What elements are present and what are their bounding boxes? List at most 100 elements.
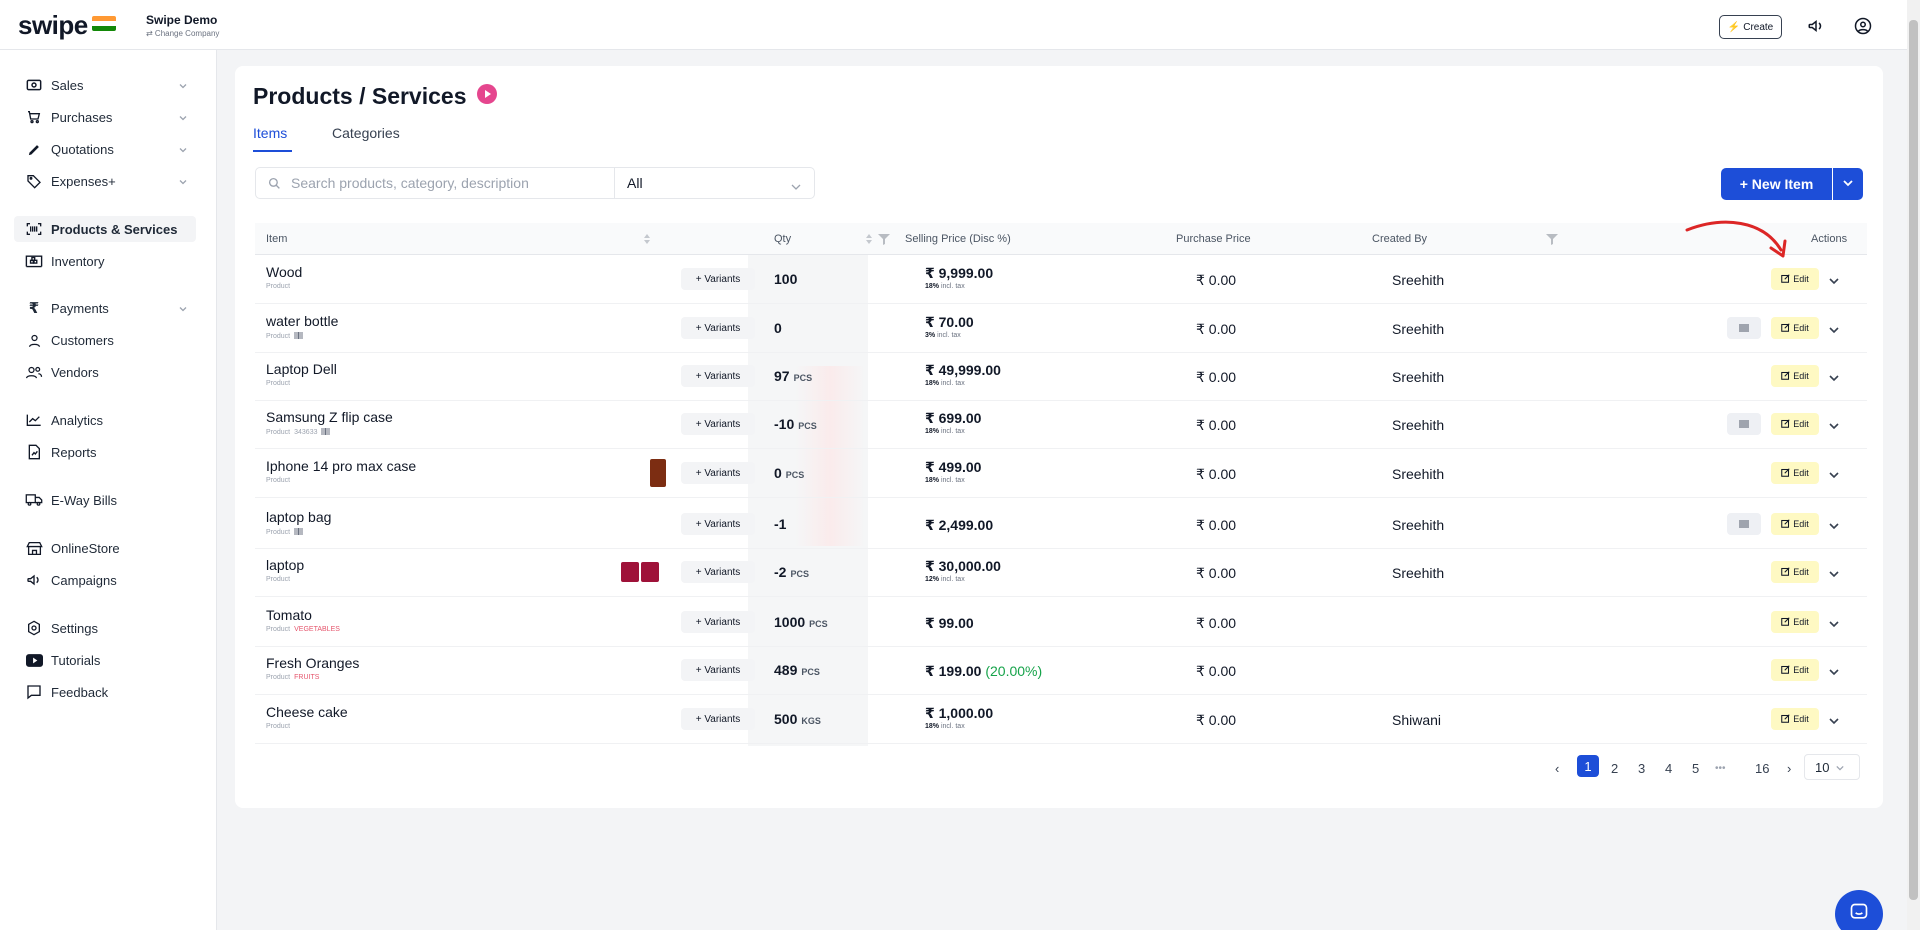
sidebar-item-products-services[interactable]: Products & Services [14,216,196,242]
sidebar-item-onlinestore[interactable]: OnlineStore [14,535,196,561]
print-barcode-button[interactable] [1727,413,1761,435]
edit-button[interactable]: Edit [1771,513,1819,535]
filter-icon[interactable] [878,232,890,250]
add-variants-button[interactable]: + Variants [681,268,755,290]
sidebar-item-settings[interactable]: Settings [14,615,196,641]
table-row[interactable]: Wood Product + Variants 100 ₹ 9,999.00 1… [255,255,1867,304]
create-button[interactable]: ⚡ Create [1719,15,1782,39]
profile-icon[interactable] [1852,15,1874,37]
add-variants-button[interactable]: + Variants [681,317,755,339]
sidebar-item-expenses[interactable]: Expenses+ [14,168,196,194]
sidebar-item-sales[interactable]: Sales [14,72,196,98]
edit-button[interactable]: Edit [1771,611,1819,633]
add-variants-button[interactable]: + Variants [681,513,755,535]
edit-button[interactable]: Edit [1771,317,1819,339]
row-actions-dropdown[interactable] [1828,273,1840,291]
product-image-thumbnail[interactable] [621,562,639,582]
page-3-button[interactable]: 3 [1638,761,1645,776]
row-actions-dropdown[interactable] [1828,370,1840,388]
page-2-button[interactable]: 2 [1611,761,1618,776]
sort-icon[interactable] [865,232,873,250]
print-barcode-button[interactable] [1727,317,1761,339]
new-item-dropdown-button[interactable] [1833,168,1863,200]
page-ellipsis[interactable]: ••• [1715,763,1726,774]
sidebar-item-payments[interactable]: ₹ Payments [14,295,196,321]
row-actions-dropdown[interactable] [1828,713,1840,731]
edit-button[interactable]: Edit [1771,365,1819,387]
table-row[interactable]: Iphone 14 pro max case Product + Variant… [255,449,1867,498]
sidebar-item-analytics[interactable]: Analytics [14,407,196,433]
item-name[interactable]: Cheese cake [266,704,348,720]
item-name[interactable]: laptop bag [266,509,331,525]
add-variants-button[interactable]: + Variants [681,365,755,387]
add-variants-button[interactable]: + Variants [681,561,755,583]
row-actions-dropdown[interactable] [1828,322,1840,340]
tab-items[interactable]: Items [253,125,287,141]
table-row[interactable]: Cheese cake Product + Variants 500 KGS ₹ … [255,695,1867,744]
sort-icon[interactable] [643,232,651,250]
page-1-button[interactable]: 1 [1577,755,1599,777]
row-actions-dropdown[interactable] [1828,467,1840,485]
edit-button[interactable]: Edit [1771,659,1819,681]
scrollbar-thumb[interactable] [1909,20,1918,900]
item-name[interactable]: water bottle [266,313,338,329]
next-page-icon[interactable]: › [1787,761,1791,776]
product-image-thumbnail[interactable] [641,562,659,582]
swipe-logo[interactable]: swipe [18,10,88,41]
row-actions-dropdown[interactable] [1828,566,1840,584]
edit-button[interactable]: Edit [1771,268,1819,290]
table-row[interactable]: laptop Product + Variants -2 PCS ₹ 30,000… [255,548,1867,597]
product-image-thumbnail[interactable] [650,459,666,487]
edit-button[interactable]: Edit [1771,708,1819,730]
sidebar-item-inventory[interactable]: Inventory [14,248,196,274]
chat-support-button[interactable] [1835,890,1883,930]
sidebar-item-eway-bills[interactable]: E-Way Bills [14,487,196,513]
table-row[interactable]: laptop bag Product + Variants -1 ₹ 2,499… [255,500,1867,549]
row-actions-dropdown[interactable] [1828,518,1840,536]
sidebar-item-vendors[interactable]: Vendors [14,359,196,385]
sidebar-item-tutorials[interactable]: Tutorials [14,647,196,673]
table-row[interactable]: Laptop Dell Product + Variants 97 PCS ₹ 4… [255,352,1867,401]
item-name[interactable]: Iphone 14 pro max case [266,458,416,474]
edit-button[interactable]: Edit [1771,561,1819,583]
page-4-button[interactable]: 4 [1665,761,1672,776]
category-filter-select[interactable]: All [615,167,815,199]
new-item-button[interactable]: + New Item [1721,168,1832,200]
table-row[interactable]: Tomato Product VEGETABLES + Variants 100… [255,598,1867,647]
row-actions-dropdown[interactable] [1828,418,1840,436]
edit-button[interactable]: Edit [1771,413,1819,435]
filter-icon[interactable] [1546,232,1558,250]
sidebar-item-campaigns[interactable]: Campaigns [14,567,196,593]
prev-page-icon[interactable]: ‹ [1555,761,1559,776]
row-actions-dropdown[interactable] [1828,664,1840,682]
megaphone-icon[interactable] [1805,15,1827,37]
edit-button[interactable]: Edit [1771,462,1819,484]
table-row[interactable]: Fresh Oranges Product FRUITS + Variants … [255,646,1867,695]
add-variants-button[interactable]: + Variants [681,413,755,435]
item-name[interactable]: Tomato [266,607,312,623]
sidebar-item-customers[interactable]: Customers [14,327,196,353]
search-input[interactable] [291,175,591,191]
company-name[interactable]: Swipe Demo [146,13,217,27]
table-row[interactable]: water bottle Product + Variants 0 ₹ 70.0… [255,304,1867,353]
add-variants-button[interactable]: + Variants [681,708,755,730]
change-company-link[interactable]: ⇄ Change Company [146,29,219,38]
sidebar-item-purchases[interactable]: Purchases [14,104,196,130]
tab-categories[interactable]: Categories [332,125,400,141]
print-barcode-button[interactable] [1727,513,1761,535]
page-5-button[interactable]: 5 [1692,761,1699,776]
add-variants-button[interactable]: + Variants [681,611,755,633]
sidebar-item-feedback[interactable]: Feedback [14,679,196,705]
sidebar-item-quotations[interactable]: Quotations [14,136,196,162]
item-name[interactable]: laptop [266,557,304,573]
item-name[interactable]: Fresh Oranges [266,655,359,671]
add-variants-button[interactable]: + Variants [681,462,755,484]
item-name[interactable]: Laptop Dell [266,361,337,377]
table-row[interactable]: Samsung Z flip case Product 343633 + Var… [255,400,1867,449]
add-variants-button[interactable]: + Variants [681,659,755,681]
sidebar-item-reports[interactable]: Reports [14,439,196,465]
play-video-icon[interactable] [477,84,497,104]
item-name[interactable]: Wood [266,264,302,280]
page-16-button[interactable]: 16 [1755,761,1769,776]
item-name[interactable]: Samsung Z flip case [266,409,393,425]
